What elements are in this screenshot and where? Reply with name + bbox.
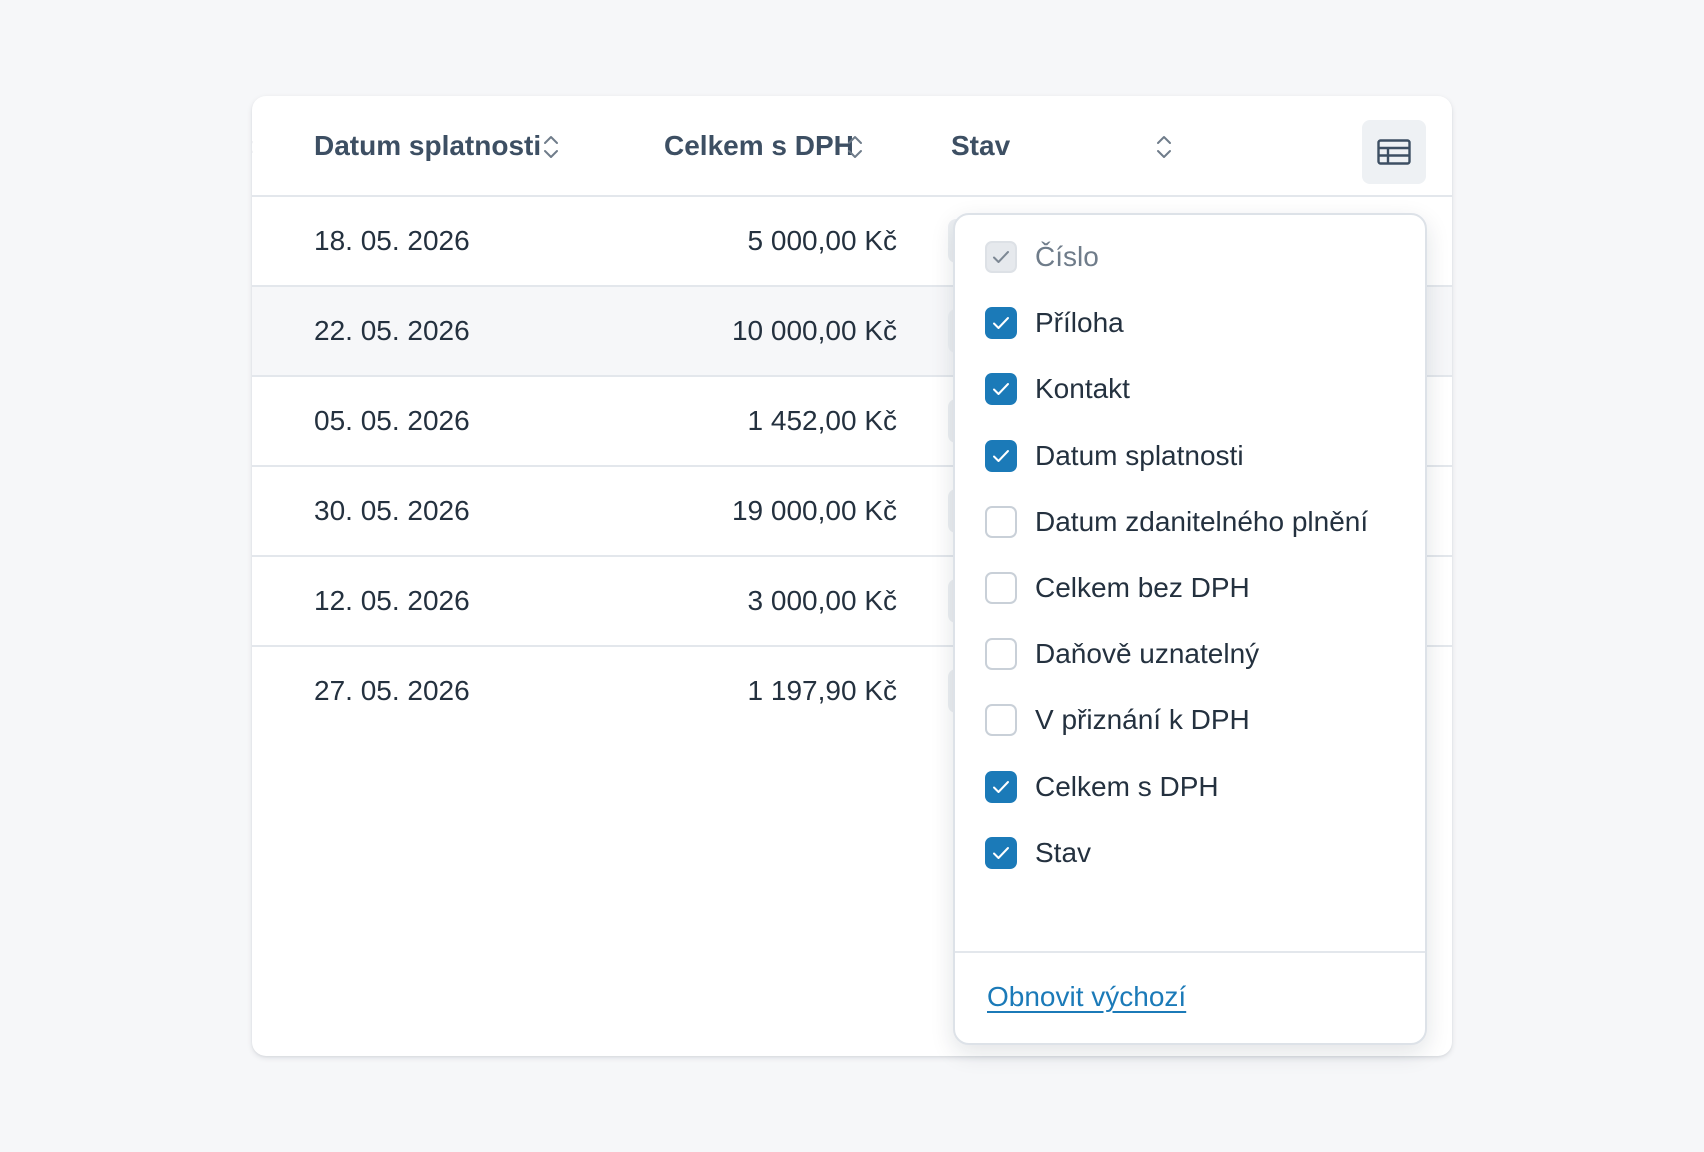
checkbox-checked-icon[interactable]: [985, 373, 1017, 406]
column-option: Číslo: [985, 239, 1099, 275]
due-date-cell: 30. 05. 2026: [314, 495, 470, 526]
column-header-label: Celkem s DPH: [664, 129, 854, 161]
column-option[interactable]: Datum zdanitelného plnění: [985, 504, 1368, 540]
total-with-vat-cell: 10 000,00 Kč: [731, 315, 897, 346]
checkbox-unchecked-icon[interactable]: [985, 704, 1017, 737]
checkbox-checked-icon[interactable]: [985, 836, 1017, 869]
checkbox-checked-icon[interactable]: [985, 307, 1017, 340]
column-option[interactable]: Celkem bez DPH: [985, 570, 1250, 606]
due-date-cell: 22. 05. 2026: [314, 315, 470, 346]
scroll-edge-indicator: :: [252, 135, 256, 157]
total-with-vat-cell: 1 452,00 Kč: [747, 405, 897, 436]
column-header-total-with-vat[interactable]: Celkem s DPH: [664, 96, 854, 195]
column-option[interactable]: Datum splatnosti: [985, 438, 1244, 474]
column-option-label: Datum zdanitelného plnění: [1035, 505, 1369, 537]
due-date-cell: 18. 05. 2026: [314, 225, 470, 256]
sort-icon[interactable]: [542, 134, 560, 160]
column-settings-button[interactable]: [1362, 120, 1426, 184]
due-date-cell: 05. 05. 2026: [314, 405, 470, 436]
column-option-label: Kontakt: [1035, 373, 1130, 405]
column-option-label: Příloha: [1035, 307, 1124, 339]
column-option[interactable]: Příloha: [985, 305, 1124, 341]
total-with-vat-cell: 1 197,90 Kč: [747, 675, 897, 706]
due-date-cell: 12. 05. 2026: [314, 585, 470, 616]
column-option-label: Číslo: [1035, 241, 1099, 272]
column-option-label: Celkem bez DPH: [1035, 572, 1250, 603]
column-option[interactable]: V přiznání k DPH: [985, 702, 1250, 738]
table-columns-icon: [1377, 139, 1411, 165]
total-with-vat-cell: 3 000,00 Kč: [747, 585, 897, 616]
column-option[interactable]: Stav: [985, 835, 1091, 871]
column-option[interactable]: Daňově uznatelný: [985, 636, 1259, 672]
column-option[interactable]: Celkem s DPH: [985, 769, 1219, 805]
table-header: : Datum splatnosti Celkem s DPH Stav: [252, 96, 1452, 197]
column-option-label: Datum splatnosti: [1035, 439, 1244, 471]
checkbox-checked-icon[interactable]: [985, 770, 1017, 803]
sort-icon[interactable]: [846, 134, 864, 160]
due-date-cell: 27. 05. 2026: [314, 675, 470, 706]
total-with-vat-cell: 19 000,00 Kč: [731, 495, 897, 526]
column-option-label: Daňově uznatelný: [1035, 638, 1260, 670]
column-picker-dropdown: Číslo Příloha Kontakt Datum splatnosti Datum…: [953, 213, 1427, 1045]
checkbox-checked-icon[interactable]: [985, 439, 1017, 472]
column-option[interactable]: Kontakt: [985, 371, 1130, 407]
column-header-status[interactable]: Stav: [951, 96, 1010, 195]
checkbox-unchecked-icon[interactable]: [985, 505, 1017, 538]
checkbox-checked-icon: [985, 241, 1017, 273]
checkbox-unchecked-icon[interactable]: [985, 638, 1017, 671]
column-header-label: Datum splatnosti: [314, 129, 542, 161]
sort-icon[interactable]: [1155, 134, 1173, 160]
dropdown-divider: [955, 951, 1425, 953]
checkbox-unchecked-icon[interactable]: [985, 572, 1017, 604]
reset-defaults-link[interactable]: Obnovit výchozí: [987, 981, 1186, 1013]
column-header-label: Stav: [951, 129, 1011, 161]
column-option-label: Celkem s DPH: [1035, 770, 1219, 802]
column-option-label: Stav: [1035, 836, 1092, 868]
column-option-label: V přiznání k DPH: [1035, 704, 1250, 736]
column-header-due-date[interactable]: Datum splatnosti: [314, 96, 541, 195]
total-with-vat-cell: 5 000,00 Kč: [747, 225, 897, 256]
